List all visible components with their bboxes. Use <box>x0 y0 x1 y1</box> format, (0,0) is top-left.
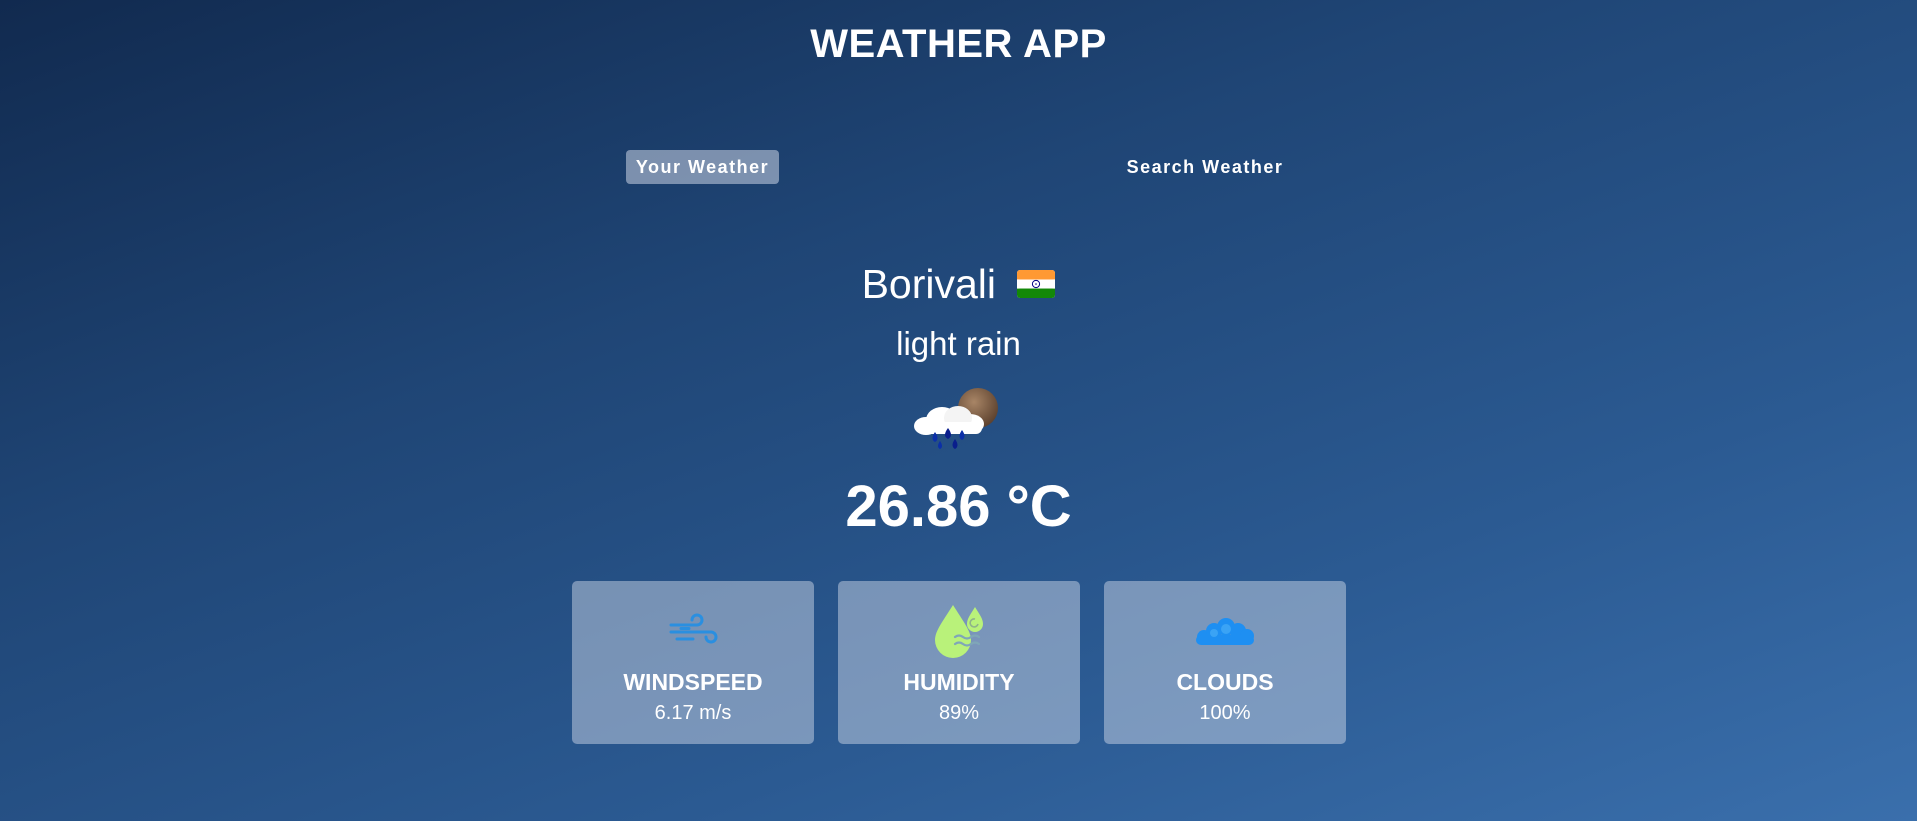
windspeed-card: WINDSPEED 6.17 m/s <box>572 581 814 744</box>
cloud-icon <box>1104 603 1346 659</box>
wind-icon <box>572 603 814 659</box>
flag-india-icon <box>1017 258 1056 310</box>
humidity-card: HUMIDITY 89% <box>838 581 1080 744</box>
temperature: 26.86 °C <box>845 474 1072 539</box>
clouds-card: CLOUDS 100% <box>1104 581 1346 744</box>
humidity-value: 89% <box>938 702 980 724</box>
tab-search-weather[interactable]: Search Weather <box>1110 150 1300 184</box>
app-title: WEATHER APP <box>810 22 1107 66</box>
windspeed-value: 6.17 m/s <box>654 702 732 724</box>
clouds-value: 100% <box>1199 702 1251 724</box>
tab-your-weather[interactable]: Your Weather <box>626 150 779 184</box>
humidity-icon <box>838 603 1080 659</box>
humidity-label: HUMIDITY <box>903 669 1015 695</box>
weather-description: light rain <box>896 325 1021 362</box>
windspeed-label: WINDSPEED <box>623 669 763 695</box>
rain-cloud-with-moon-icon <box>912 386 1004 452</box>
location-header: Borivali <box>0 258 1917 310</box>
city-name: Borivali <box>861 261 997 307</box>
clouds-label: CLOUDS <box>1176 669 1274 695</box>
